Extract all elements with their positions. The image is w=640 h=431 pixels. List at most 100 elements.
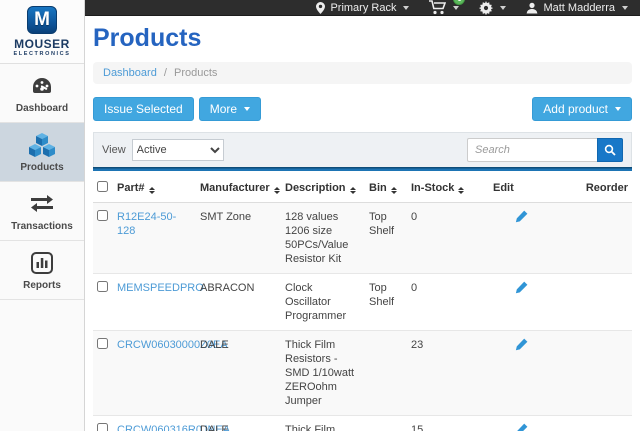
sidebar-item-label: Reports [2, 280, 82, 291]
reorder-cell [571, 203, 632, 274]
bin-cell [365, 331, 407, 416]
search-group [467, 138, 623, 162]
cart-icon [429, 0, 446, 15]
row-checkbox[interactable] [97, 210, 108, 221]
column-label: Bin [369, 182, 387, 194]
row-checkbox[interactable] [97, 281, 108, 292]
column-header-mfr[interactable]: Manufacturer [196, 175, 281, 203]
sort-arrows-icon [391, 187, 397, 194]
part-number-link[interactable]: MEMSPEEDPRO [117, 282, 204, 294]
reorder-cell [571, 331, 632, 416]
edit-pencil-icon[interactable] [515, 210, 528, 227]
add-product-button[interactable]: Add product [532, 97, 632, 121]
column-label: In-Stock [411, 182, 454, 194]
page-title: Products [93, 24, 632, 53]
logo-subtitle: ELECTRONICS [0, 51, 84, 57]
in-stock-cell: 23 [407, 331, 489, 416]
column-header-reorder: Reorder [571, 175, 632, 203]
cubes-icon [2, 132, 82, 158]
search-input[interactable] [467, 138, 597, 162]
manufacturer-cell: ABRACON [196, 274, 281, 331]
row-checkbox[interactable] [97, 423, 108, 431]
table-row: CRCW06030000Z0EA DALE Thick Film Resisto… [93, 331, 632, 416]
chevron-down-icon [453, 6, 459, 10]
search-icon [604, 144, 616, 156]
in-stock-cell: 15 [407, 416, 489, 431]
chevron-down-icon [500, 6, 506, 10]
part-number-link[interactable]: R12E24-50-128 [117, 211, 176, 237]
user-name: Matt Madderra [543, 2, 615, 14]
sort-arrows-icon [149, 187, 155, 194]
table-row: MEMSPEEDPRO ABRACON Clock Oscillator Pro… [93, 274, 632, 331]
sidebar-item-products[interactable]: Products [0, 123, 84, 182]
view-label: View [102, 144, 126, 156]
column-header-bin[interactable]: Bin [365, 175, 407, 203]
bar-chart-icon [2, 250, 82, 276]
in-stock-cell: 0 [407, 274, 489, 331]
chevron-down-icon [615, 107, 621, 111]
sort-arrows-icon [458, 187, 464, 194]
column-label: Part# [117, 182, 145, 194]
filter-panel: View Active [93, 132, 632, 167]
cart-count-badge: 0 [453, 0, 465, 5]
sidebar-item-label: Products [2, 162, 82, 173]
location-dropdown[interactable]: Primary Rack [316, 2, 409, 14]
sort-arrows-icon [274, 187, 280, 194]
view-select[interactable]: Active [132, 139, 224, 161]
issue-selected-button[interactable]: Issue Selected [93, 97, 194, 121]
chevron-down-icon [622, 6, 628, 10]
table-row: R12E24-50-128 SMT Zone 128 values 1206 s… [93, 203, 632, 274]
breadcrumb-separator: / [164, 67, 167, 79]
issue-selected-label: Issue Selected [104, 102, 183, 116]
row-checkbox[interactable] [97, 338, 108, 349]
table-row: CRCW060316R0JNEA DALE Thick Film Resisto… [93, 416, 632, 431]
more-button[interactable]: More [199, 97, 261, 121]
bin-cell: Top Shelf [365, 274, 407, 331]
column-label: Edit [493, 182, 514, 194]
sort-arrows-icon [350, 187, 356, 194]
breadcrumb-current: Products [174, 67, 217, 79]
column-label: Description [285, 182, 346, 194]
edit-pencil-icon[interactable] [515, 423, 528, 431]
column-header-part[interactable]: Part# [113, 175, 196, 203]
description-cell: Thick Film Resistors - SMD 1/10watt 16oh… [281, 416, 365, 431]
location-pin-icon [316, 2, 325, 14]
select-all-checkbox[interactable] [97, 181, 108, 192]
edit-pencil-icon[interactable] [515, 281, 528, 298]
gauge-icon [2, 73, 82, 99]
add-product-label: Add product [543, 102, 608, 116]
chevron-down-icon [403, 6, 409, 10]
manufacturer-cell: SMT Zone [196, 203, 281, 274]
logo-name: MOUSER [0, 37, 84, 51]
user-menu[interactable]: Matt Madderra [526, 2, 628, 14]
transfer-arrows-icon [2, 191, 82, 217]
app-window: M MOUSER ELECTRONICS Dashboard [0, 0, 640, 431]
column-label: Manufacturer [200, 182, 270, 194]
manufacturer-cell: DALE [196, 416, 281, 431]
sidebar-item-transactions[interactable]: Transactions [0, 182, 84, 241]
edit-pencil-icon[interactable] [515, 338, 528, 355]
mouser-logo[interactable]: M MOUSER ELECTRONICS [0, 0, 84, 64]
products-table: Part# Manufacturer Description Bin In-Stock E… [93, 175, 632, 431]
sidebar-item-dashboard[interactable]: Dashboard [0, 64, 84, 123]
sidebar-item-reports[interactable]: Reports [0, 241, 84, 300]
column-label: Reorder [586, 182, 628, 194]
topbar: Primary Rack 0 [85, 0, 640, 16]
sidebar-item-label: Dashboard [2, 103, 82, 114]
description-cell: Clock Oscillator Programmer [281, 274, 365, 331]
bin-cell: Top Shelf [365, 203, 407, 274]
location-label: Primary Rack [330, 2, 396, 14]
cart-dropdown[interactable]: 0 [429, 0, 459, 15]
column-header-stock[interactable]: In-Stock [407, 175, 489, 203]
manufacturer-cell: DALE [196, 331, 281, 416]
chevron-down-icon [244, 107, 250, 111]
settings-dropdown[interactable] [479, 1, 506, 15]
description-cell: 128 values 1206 size 50PCs/Value Resisto… [281, 203, 365, 274]
search-button[interactable] [597, 138, 623, 162]
breadcrumb: Dashboard / Products [93, 62, 632, 84]
divider [93, 167, 632, 171]
breadcrumb-dashboard-link[interactable]: Dashboard [103, 67, 157, 79]
column-header-desc[interactable]: Description [281, 175, 365, 203]
user-icon [526, 2, 538, 14]
mouser-logo-mark: M [27, 6, 57, 34]
